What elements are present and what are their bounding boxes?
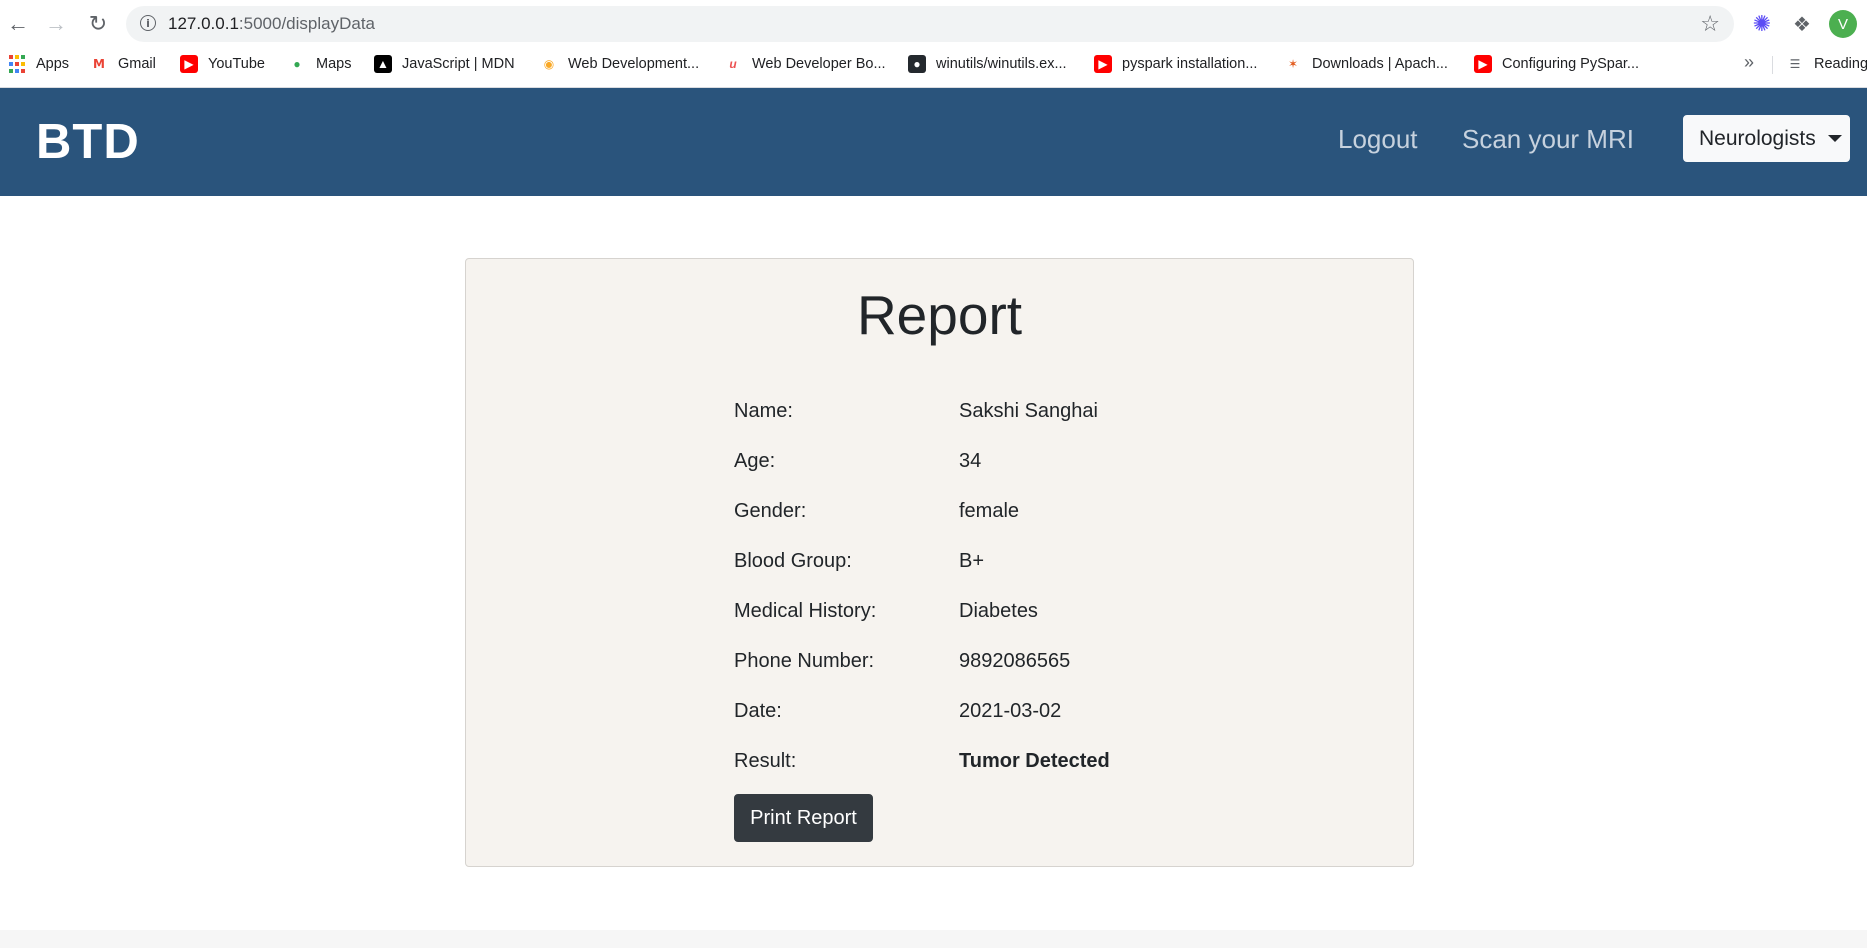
date-label: Date: — [734, 700, 782, 722]
bookmark-label: Downloads | Apach... — [1312, 56, 1448, 72]
medical-history-label: Medical History: — [734, 600, 877, 622]
spark-icon: ✶ — [1287, 57, 1299, 71]
bookmark-label: winutils/winutils.ex... — [936, 56, 1067, 72]
bookmark-pyspark-installation[interactable]: ▶ pyspark installation... — [1094, 52, 1257, 76]
maps-icon: ● — [293, 57, 301, 71]
bookmarks-overflow-chevron[interactable]: » — [1744, 52, 1754, 73]
bookmark-label: Apps — [36, 56, 70, 72]
gender-label: Gender: — [734, 500, 807, 522]
address-bar[interactable]: i 127.0.0.1:5000/displayData ☆ — [126, 6, 1734, 42]
print-report-button[interactable]: Print Report — [734, 794, 873, 842]
bookmark-apache-downloads[interactable]: ✶ Downloads | Apach... — [1284, 52, 1448, 76]
brand-logo[interactable]: BTD — [36, 114, 140, 170]
report-card: Report Name: Sakshi Sanghai Age: 34 Gend… — [465, 258, 1414, 867]
phone-number-value: 9892086565 — [959, 650, 1071, 672]
bookmark-label: Gmail — [118, 56, 156, 72]
url-host: 127.0.0.1 — [168, 14, 239, 33]
bookmark-star-icon[interactable]: ☆ — [1700, 11, 1720, 37]
report-title: Report — [856, 284, 1023, 346]
dropdown-label: Neurologists — [1699, 126, 1816, 150]
bookmark-maps[interactable]: ● Maps — [288, 52, 351, 76]
reading-list-button[interactable]: ☰ Reading — [1786, 52, 1867, 76]
udemy-icon: u — [729, 57, 737, 71]
back-arrow-icon[interactable]: ← — [4, 10, 32, 38]
bookmark-label: Web Developer Bo... — [752, 56, 886, 72]
youtube-icon: ▶ — [1474, 55, 1492, 73]
site-info-icon[interactable]: i — [140, 15, 156, 31]
extensions-puzzle-icon[interactable]: ❖ — [1790, 12, 1814, 36]
bookmark-configuring-pyspark[interactable]: ▶ Configuring PySpar... — [1474, 52, 1639, 76]
gender-value: female — [959, 500, 1020, 522]
bookmark-label: YouTube — [208, 56, 265, 72]
result-label: Result: — [734, 750, 797, 772]
profile-avatar[interactable]: V — [1829, 10, 1857, 38]
bookmark-label: pyspark installation... — [1122, 56, 1258, 72]
caret-down-icon — [1827, 135, 1842, 142]
bookmark-label: Maps — [316, 56, 352, 72]
bookmark-label: Configuring PySpar... — [1502, 56, 1640, 72]
apps-grid-icon — [8, 55, 26, 73]
bookmarks-divider — [1772, 56, 1773, 74]
age-value: 34 — [959, 450, 982, 472]
gmail-icon: M — [93, 57, 105, 71]
bookmark-label: Web Development... — [568, 56, 700, 72]
browser-toolbar: ← → ↻ i 127.0.0.1:5000/displayData ☆ ✺ ❖… — [0, 0, 1867, 48]
reading-list-label: Reading — [1814, 56, 1867, 72]
github-icon: ● — [908, 55, 926, 73]
app-navbar: BTD Logout Scan your MRI Neurologists — [0, 88, 1867, 196]
phone-number-label: Phone Number: — [734, 650, 875, 672]
mdn-icon: ▲ — [374, 55, 392, 73]
forward-arrow-icon[interactable]: → — [42, 10, 70, 38]
bookmark-youtube[interactable]: ▶ YouTube — [180, 52, 265, 76]
extension-icon[interactable]: ✺ — [1750, 11, 1774, 36]
bookmark-winutils[interactable]: ● winutils/winutils.ex... — [908, 52, 1067, 76]
scan-mri-link[interactable]: Scan your MRI — [1462, 124, 1634, 154]
blood-group-label: Blood Group: — [734, 550, 852, 572]
result-value: Tumor Detected — [959, 750, 1110, 772]
neurologists-dropdown[interactable]: Neurologists — [1683, 115, 1850, 162]
youtube-icon: ▶ — [1094, 55, 1112, 73]
name-value: Sakshi Sanghai — [959, 400, 1098, 422]
page-footer-strip — [0, 930, 1867, 948]
web-dev-icon: ◉ — [543, 57, 555, 71]
blood-group-value: B+ — [959, 550, 985, 572]
browser-chrome: ← → ↻ i 127.0.0.1:5000/displayData ☆ ✺ ❖… — [0, 0, 1867, 88]
age-label: Age: — [734, 450, 776, 472]
medical-history-value: Diabetes — [959, 600, 1038, 622]
reading-list-icon: ☰ — [1789, 57, 1801, 71]
bookmark-web-development[interactable]: ◉ Web Development... — [540, 52, 699, 76]
logout-link[interactable]: Logout — [1338, 124, 1418, 154]
bookmark-apps[interactable]: Apps — [8, 52, 69, 76]
bookmark-label: JavaScript | MDN — [402, 56, 515, 72]
url-path: :5000/displayData — [238, 14, 375, 33]
bookmark-mdn[interactable]: ▲ JavaScript | MDN — [374, 52, 515, 76]
bookmark-web-developer-bootcamp[interactable]: u Web Developer Bo... — [724, 52, 886, 76]
bookmark-gmail[interactable]: M Gmail — [90, 52, 156, 76]
reload-icon[interactable]: ↻ — [84, 10, 112, 38]
name-label: Name: — [734, 400, 793, 422]
url-text: 127.0.0.1:5000/displayData — [168, 14, 375, 34]
date-value: 2021-03-02 — [959, 700, 1062, 722]
youtube-icon: ▶ — [180, 55, 198, 73]
bookmarks-bar: Apps M Gmail ▶ YouTube ● Maps ▲ JavaScri… — [0, 50, 1867, 78]
